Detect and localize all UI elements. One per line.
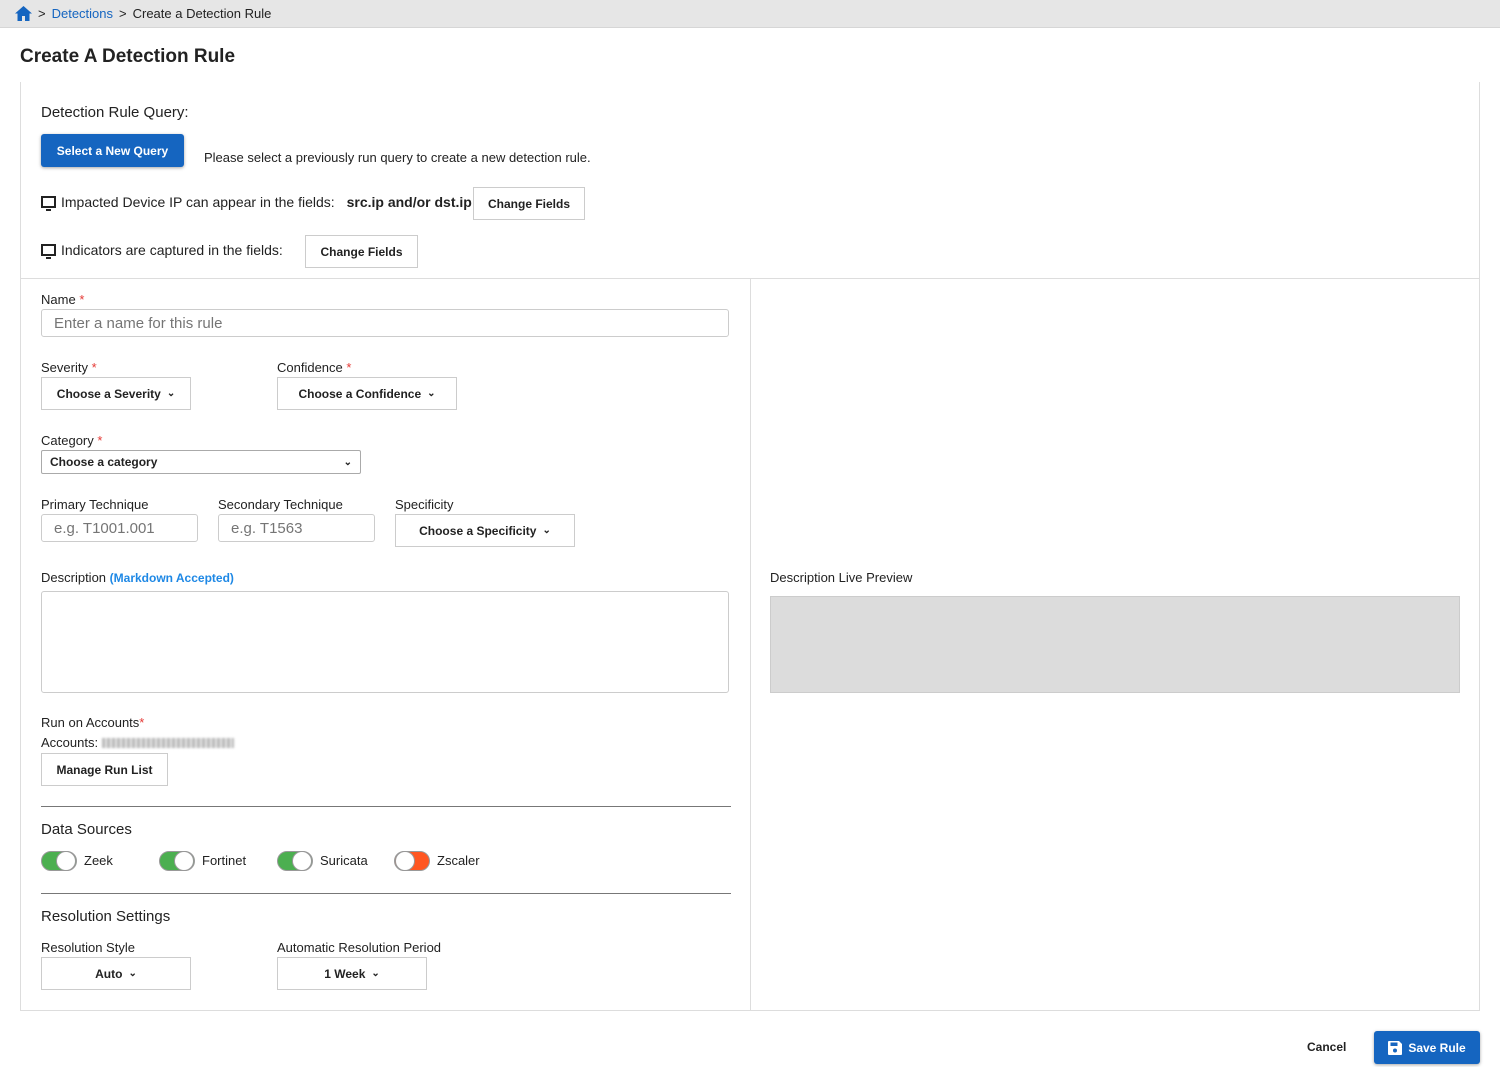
required-mark: * [79, 292, 85, 307]
resolution-heading: Resolution Settings [41, 908, 171, 925]
impacted-label: Impacted Device IP can appear in the fie… [61, 194, 335, 210]
run-accounts-label: Run on Accounts* [41, 715, 144, 730]
rule-form-panel: Detection Rule Query: Select a New Query… [20, 82, 1480, 1011]
save-rule-button[interactable]: Save Rule [1374, 1031, 1480, 1064]
toggle-zeek[interactable] [41, 851, 77, 871]
accounts-label: Accounts: [41, 735, 99, 750]
divider [41, 806, 731, 807]
confidence-dropdown[interactable]: Choose a Confidence ⌄ [277, 377, 457, 410]
breadcrumb: > Detections > Create a Detection Rule [0, 0, 1500, 28]
query-section: Detection Rule Query: Select a New Query… [21, 82, 1479, 279]
breadcrumb-sep: > [119, 6, 127, 21]
data-source-label: Suricata [320, 853, 368, 868]
required-mark: * [346, 360, 352, 375]
divider [41, 893, 731, 894]
primary-technique-input[interactable] [41, 514, 198, 542]
query-hint: Please select a previously run query to … [204, 150, 591, 165]
monitor-icon [41, 196, 56, 211]
toggle-knob [292, 851, 312, 871]
primary-technique-label: Primary Technique [41, 497, 149, 512]
severity-dropdown[interactable]: Choose a Severity ⌄ [41, 377, 191, 410]
required-mark: * [97, 433, 103, 448]
required-mark: * [139, 715, 145, 730]
monitor-icon [41, 244, 56, 259]
chevron-down-icon: ⌄ [166, 388, 176, 399]
impacted-row: Impacted Device IP can appear in the fie… [41, 194, 472, 211]
toggle-knob [174, 851, 194, 871]
data-source-label: Zscaler [437, 853, 480, 868]
category-select[interactable]: Choose a category ⌄ [41, 450, 361, 474]
resolution-style-label: Resolution Style [41, 940, 135, 955]
data-source-label: Fortinet [202, 853, 247, 868]
chevron-down-icon: ⌄ [542, 525, 551, 536]
save-rule-label: Save Rule [1408, 1040, 1466, 1055]
description-label-text: Description [41, 570, 107, 585]
secondary-technique-input[interactable] [218, 514, 375, 542]
severity-value: Choose a Severity [56, 386, 161, 401]
impacted-fields: src.ip and/or dst.ip [346, 194, 472, 210]
run-accounts-text: Run on Accounts [41, 715, 140, 730]
resolution-period-value: 1 Week [324, 966, 366, 981]
toggle-knob [56, 851, 76, 871]
category-label-text: Category [41, 433, 94, 448]
specificity-dropdown[interactable]: Choose a Specificity ⌄ [395, 514, 575, 547]
breadcrumb-detections[interactable]: Detections [52, 6, 113, 21]
home-icon[interactable] [15, 6, 32, 21]
toggle-suricata[interactable] [277, 851, 313, 871]
toggle-knob [395, 851, 415, 871]
cancel-button[interactable]: Cancel [1307, 1040, 1346, 1054]
description-preview [770, 596, 1460, 693]
chevron-down-icon: ⌄ [128, 968, 137, 979]
page-title: Create A Detection Rule [20, 46, 236, 67]
specificity-value: Choose a Specificity [419, 523, 537, 538]
data-sources-heading: Data Sources [41, 821, 132, 838]
resolution-period-dropdown[interactable]: 1 Week ⌄ [277, 957, 427, 990]
name-label: Name * [41, 292, 84, 307]
data-source-label: Zeek [84, 853, 113, 868]
breadcrumb-sep: > [38, 6, 46, 21]
confidence-label-text: Confidence [277, 360, 343, 375]
name-input[interactable] [41, 309, 729, 337]
confidence-label: Confidence * [277, 360, 351, 375]
indicators-row: Indicators are captured in the fields: [41, 242, 283, 259]
accounts-redacted [101, 738, 234, 748]
resolution-style-value: Auto [95, 966, 123, 981]
description-label: Description (Markdown Accepted) [41, 570, 234, 585]
save-icon [1388, 1040, 1403, 1055]
specificity-label: Specificity [395, 497, 454, 512]
query-heading: Detection Rule Query: [41, 104, 189, 121]
change-impacted-fields-button[interactable]: Change Fields [473, 187, 585, 220]
name-label-text: Name [41, 292, 76, 307]
required-mark: * [91, 360, 97, 375]
manage-run-list-button[interactable]: Manage Run List [41, 753, 168, 786]
markdown-note: (Markdown Accepted) [109, 571, 234, 585]
column-divider [750, 279, 751, 1011]
chevron-down-icon: ⌄ [427, 388, 436, 399]
severity-label: Severity * [41, 360, 97, 375]
toggle-fortinet[interactable] [159, 851, 195, 871]
select-new-query-button[interactable]: Select a New Query [41, 134, 184, 167]
category-value: Choose a category [50, 455, 158, 469]
preview-label: Description Live Preview [770, 570, 913, 585]
breadcrumb-current: Create a Detection Rule [132, 6, 272, 21]
secondary-technique-label: Secondary Technique [218, 497, 343, 512]
description-textarea[interactable] [41, 591, 729, 693]
confidence-value: Choose a Confidence [298, 386, 422, 401]
change-indicator-fields-button[interactable]: Change Fields [305, 235, 418, 268]
indicators-label: Indicators are captured in the fields: [61, 242, 283, 258]
category-label: Category * [41, 433, 102, 448]
resolution-period-label: Automatic Resolution Period [277, 940, 442, 955]
chevron-down-icon: ⌄ [371, 968, 380, 979]
severity-label-text: Severity [41, 360, 88, 375]
resolution-style-dropdown[interactable]: Auto ⌄ [41, 957, 191, 990]
chevron-down-icon: ⌄ [343, 456, 352, 468]
toggle-zscaler[interactable] [394, 851, 430, 871]
accounts-row: Accounts: [41, 735, 234, 750]
